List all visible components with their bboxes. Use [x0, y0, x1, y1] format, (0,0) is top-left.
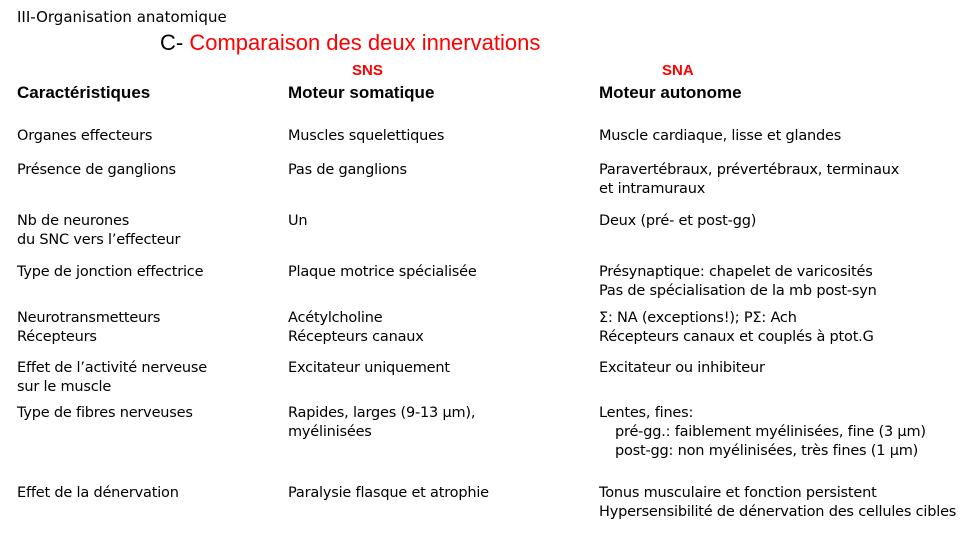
row-3-somatic: Plaque motrice spécialisée — [288, 263, 477, 282]
row-5-characteristic: Effet de l’activité nerveuse sur le musc… — [17, 359, 207, 397]
row-0-autonomic: Muscle cardiaque, lisse et glandes — [599, 127, 841, 146]
row-2-autonomic: Deux (pré- et post-gg) — [599, 212, 756, 231]
column-header-somatic: Moteur somatique — [288, 83, 435, 102]
row-4-somatic: Acétylcholine Récepteurs canaux — [288, 309, 424, 347]
cell-line: Neurotransmetteurs — [17, 310, 161, 326]
row-3-characteristic: Type de jonction effectrice — [17, 263, 203, 282]
cell-line: Σ: NA (exceptions!); PΣ: Ach — [599, 310, 797, 326]
cell-line: Paravertébraux, prévertébraux, terminaux — [599, 162, 900, 178]
sna-tag: SNA — [662, 62, 694, 79]
title-main: Comparaison des deux innervations — [189, 30, 541, 55]
cell-line: Récepteurs canaux — [288, 329, 424, 345]
row-1-autonomic: Paravertébraux, prévertébraux, terminaux… — [599, 161, 899, 199]
row-6-characteristic: Type de fibres nerveuses — [17, 404, 193, 423]
row-0-somatic: Muscles squelettiques — [288, 127, 444, 146]
column-header-characteristics: Caractéristiques — [17, 83, 151, 102]
cell-line: Un — [288, 213, 308, 229]
cell-line: Hypersensibilité de dénervation des cell… — [599, 504, 957, 520]
row-7-somatic: Paralysie flasque et atrophie — [288, 484, 489, 503]
row-4-characteristic: Neurotransmetteurs Récepteurs — [17, 309, 160, 347]
cell-line: Présence de ganglions — [17, 162, 176, 178]
cell-line: Muscles squelettiques — [288, 128, 445, 144]
cell-line: et intramuraux — [599, 181, 706, 197]
cell-line: Nb de neurones — [17, 213, 130, 229]
cell-line: Paralysie flasque et atrophie — [288, 485, 489, 501]
cell-line: pré-gg.: faiblement myélinisées, fine (3… — [615, 424, 926, 440]
row-1-somatic: Pas de ganglions — [288, 161, 407, 180]
cell-line: Effet de la dénervation — [17, 485, 179, 501]
title-prefix: C- — [160, 30, 184, 55]
cell-line: Deux (pré- et post-gg) — [599, 213, 757, 229]
row-0-characteristic: Organes effecteurs — [17, 127, 152, 146]
cell-line: Récepteurs canaux et couplés à ptot.G — [599, 329, 874, 345]
row-5-autonomic: Excitateur ou inhibiteur — [599, 359, 765, 378]
cell-line: Plaque motrice spécialisée — [288, 264, 477, 280]
row-6-autonomic: Lentes, fines: pré-gg.: faiblement myéli… — [599, 404, 926, 461]
slide-title: C- Comparaison des deux innervations — [160, 30, 540, 56]
cell-line: Organes effecteurs — [17, 128, 153, 144]
row-7-characteristic: Effet de la dénervation — [17, 484, 179, 503]
column-header-autonomic: Moteur autonome — [599, 83, 742, 102]
row-5-somatic: Excitateur uniquement — [288, 359, 450, 378]
cell-line: post-gg: non myélinisées, très fines (1 … — [615, 443, 919, 459]
row-3-autonomic: Présynaptique: chapelet de varicosités P… — [599, 263, 877, 301]
cell-line: du SNC vers l’effecteur — [17, 232, 181, 248]
row-7-autonomic: Tonus musculaire et fonction persistent … — [599, 484, 956, 522]
cell-line: Type de jonction effectrice — [17, 264, 204, 280]
cell-line: Pas de spécialisation de la mb post-syn — [599, 283, 877, 299]
cell-line: Récepteurs — [17, 329, 97, 345]
cell-line: Lentes, fines: — [599, 405, 694, 421]
cell-line: Effet de l’activité nerveuse — [17, 360, 207, 376]
cell-line: Excitateur ou inhibiteur — [599, 360, 765, 376]
cell-line: sur le muscle — [17, 379, 112, 395]
sns-tag: SNS — [352, 62, 383, 79]
cell-line: Présynaptique: chapelet de varicosités — [599, 264, 873, 280]
section-heading: III-Organisation anatomique — [17, 8, 227, 26]
cell-line: Muscle cardiaque, lisse et glandes — [599, 128, 842, 144]
cell-line: Pas de ganglions — [288, 162, 407, 178]
cell-line: Excitateur uniquement — [288, 360, 450, 376]
row-1-characteristic: Présence de ganglions — [17, 161, 176, 180]
cell-line: Tonus musculaire et fonction persistent — [599, 485, 877, 501]
row-2-characteristic: Nb de neurones du SNC vers l’effecteur — [17, 212, 180, 250]
row-6-somatic: Rapides, larges (9-13 µm), myélinisées — [288, 404, 475, 442]
row-4-autonomic: Σ: NA (exceptions!); PΣ: Ach Récepteurs … — [599, 309, 874, 347]
cell-line: myélinisées — [288, 424, 372, 440]
cell-line: Rapides, larges (9-13 µm), — [288, 405, 476, 421]
cell-line: Type de fibres nerveuses — [17, 405, 193, 421]
row-2-somatic: Un — [288, 212, 308, 231]
cell-line: Acétylcholine — [288, 310, 383, 326]
